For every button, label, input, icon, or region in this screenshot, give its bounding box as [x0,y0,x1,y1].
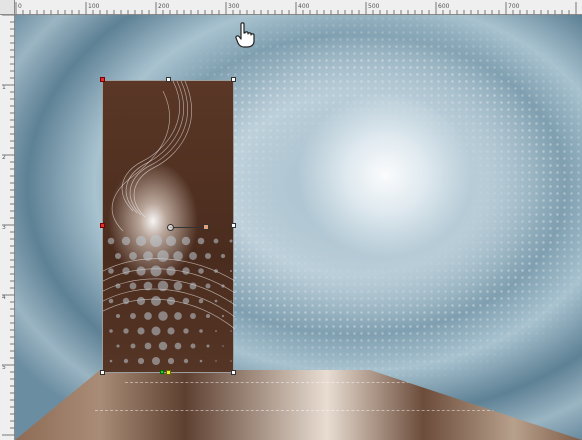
ruler-ticks [2,15,15,436]
handle-top-center[interactable] [166,77,171,82]
horizontal-ruler[interactable]: 0 100 200 300 400 500 600 700 [0,0,582,15]
floor-line [125,382,455,384]
ruler-corner [0,0,15,15]
handle-top-right[interactable] [231,77,236,82]
handle-bottom-marker [160,370,164,374]
handle-bottom-left[interactable] [100,370,105,375]
rotation-line [170,227,206,228]
floor-line [95,410,495,412]
ruler-ticks [15,2,577,15]
vertical-ruler[interactable]: 1 2 3 4 5 [0,15,15,440]
handle-middle-right[interactable] [231,223,236,228]
handle-middle-left[interactable] [100,223,105,228]
transform-selection[interactable] [102,80,235,373]
handle-bottom-right[interactable] [231,370,236,375]
handle-top-left[interactable] [100,77,105,82]
pointing-hand-icon [235,22,257,52]
handle-bottom-center[interactable] [166,370,171,375]
image-canvas[interactable] [15,15,582,440]
rotation-handle[interactable] [203,224,209,230]
rotation-pivot-icon[interactable] [167,224,174,231]
